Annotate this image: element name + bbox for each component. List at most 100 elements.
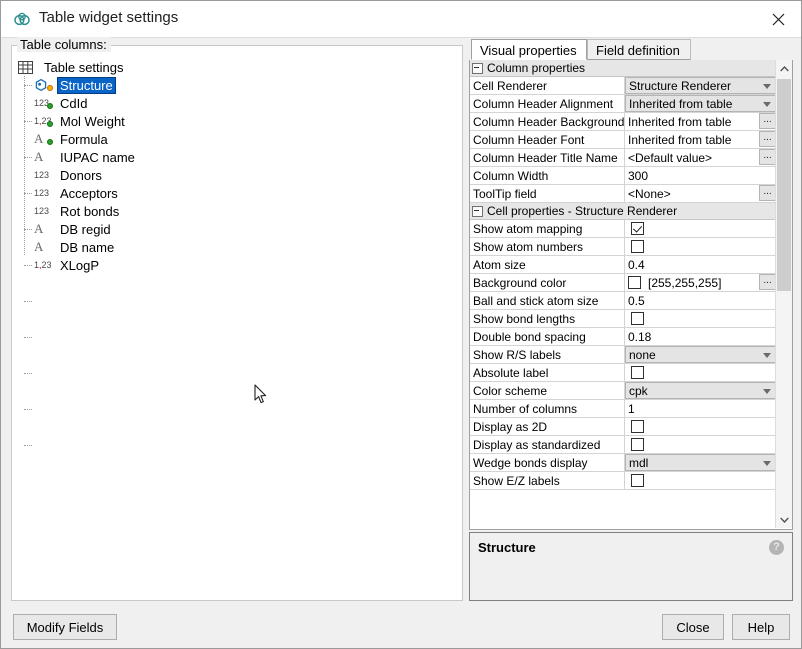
property-row-double-bond-spacing[interactable]: Double bond spacing 0.18: [470, 328, 776, 346]
property-row-show-rs-labels[interactable]: Show R/S labels none: [470, 346, 776, 364]
property-value-cell[interactable]: 0.18: [625, 328, 776, 345]
property-name: Show E/Z labels: [470, 472, 625, 489]
property-value: <None>: [628, 187, 671, 201]
browse-ellipsis-button[interactable]: ...: [759, 131, 776, 147]
property-value-cell[interactable]: [625, 238, 776, 255]
tree-item-structure[interactable]: Structure: [12, 76, 462, 94]
property-value-cell[interactable]: [255,255,255] ...: [625, 274, 776, 291]
checkbox-show-atom-mapping[interactable]: [631, 222, 644, 235]
property-row-column-header-background-color[interactable]: Column Header Background Co Inherited fr…: [470, 113, 776, 131]
property-row-column-header-alignment[interactable]: Column Header Alignment Inherited from t…: [470, 95, 776, 113]
property-grid-scrollbar[interactable]: [775, 60, 792, 528]
scroll-down-icon[interactable]: [776, 511, 792, 528]
property-row-tooltip-field[interactable]: ToolTip field <None> ...: [470, 185, 776, 203]
group-header-cell-properties[interactable]: Cell properties - Structure Renderer: [470, 203, 776, 220]
tree-item-rot-bonds[interactable]: 123 Rot bonds: [12, 202, 462, 220]
browse-ellipsis-button[interactable]: ...: [759, 113, 776, 129]
tree-item-db-regid[interactable]: A DB regid: [12, 220, 462, 238]
browse-ellipsis-button[interactable]: ...: [759, 149, 776, 165]
tree-item-formula[interactable]: A Formula: [12, 130, 462, 148]
tree-item-acceptors[interactable]: 123 Acceptors: [12, 184, 462, 202]
property-value-cell[interactable]: 0.4: [625, 256, 776, 273]
modify-fields-button[interactable]: Modify Fields: [13, 614, 117, 640]
checkbox-show-atom-numbers[interactable]: [631, 240, 644, 253]
group-header-column-properties[interactable]: Column properties: [470, 60, 776, 77]
property-value-cell[interactable]: [625, 310, 776, 327]
property-row-display-as-standardized[interactable]: Display as standardized: [470, 436, 776, 454]
property-row-column-width[interactable]: Column Width 300: [470, 167, 776, 185]
property-name: Wedge bonds display: [470, 454, 625, 471]
columns-tree[interactable]: Table settings Structure 123: [12, 46, 462, 600]
property-row-cell-renderer[interactable]: Cell Renderer Structure Renderer: [470, 77, 776, 95]
help-icon[interactable]: ?: [769, 540, 784, 555]
property-value-cell[interactable]: [625, 436, 776, 453]
tree-item-label: Donors: [58, 168, 104, 183]
description-title: Structure: [478, 540, 536, 555]
property-value: 0.4: [628, 258, 645, 272]
checkbox-show-ez-labels[interactable]: [631, 474, 644, 487]
collapse-icon[interactable]: [472, 63, 483, 74]
scrollbar-thumb[interactable]: [777, 79, 791, 291]
property-value-combo[interactable]: cpk: [625, 382, 776, 399]
property-value-cell[interactable]: Inherited from table ...: [625, 131, 776, 148]
tree-item-label: Mol Weight: [58, 114, 127, 129]
help-button[interactable]: Help: [732, 614, 790, 640]
tree-item-mol-weight[interactable]: 1,23 Mol Weight: [12, 112, 462, 130]
property-name: Show atom mapping: [470, 220, 625, 237]
checkbox-display-as-standardized[interactable]: [631, 438, 644, 451]
property-value-cell[interactable]: Inherited from table ...: [625, 113, 776, 130]
scroll-up-icon[interactable]: [776, 60, 792, 77]
property-value-combo[interactable]: none: [625, 346, 776, 363]
close-button[interactable]: Close: [662, 614, 724, 640]
property-value-combo[interactable]: mdl: [625, 454, 776, 471]
tab-visual-properties[interactable]: Visual properties: [471, 39, 587, 60]
property-value-cell[interactable]: 300: [625, 167, 776, 184]
property-row-column-header-font[interactable]: Column Header Font Inherited from table …: [470, 131, 776, 149]
tree-item-cdid[interactable]: 123 CdId: [12, 94, 462, 112]
property-row-show-atom-mapping[interactable]: Show atom mapping: [470, 220, 776, 238]
tree-item-db-name[interactable]: A DB name: [12, 238, 462, 256]
tree-item-iupac-name[interactable]: A IUPAC name: [12, 148, 462, 166]
badge-green-icon: [47, 139, 53, 145]
property-row-display-as-2d[interactable]: Display as 2D: [470, 418, 776, 436]
property-row-number-of-columns[interactable]: Number of columns 1: [470, 400, 776, 418]
property-value-combo[interactable]: Inherited from table: [625, 95, 776, 112]
chevron-down-icon: [763, 353, 771, 358]
checkbox-absolute-label[interactable]: [631, 366, 644, 379]
property-row-column-header-title-name[interactable]: Column Header Title Name <Default value>…: [470, 149, 776, 167]
property-row-atom-size[interactable]: Atom size 0.4: [470, 256, 776, 274]
checkbox-show-bond-lengths[interactable]: [631, 312, 644, 325]
property-row-absolute-label[interactable]: Absolute label: [470, 364, 776, 382]
properties-tabstrip: Visual properties Field definition: [469, 39, 793, 61]
property-value-cell[interactable]: [625, 418, 776, 435]
property-row-show-atom-numbers[interactable]: Show atom numbers: [470, 238, 776, 256]
browse-ellipsis-button[interactable]: ...: [759, 185, 776, 201]
property-row-show-bond-lengths[interactable]: Show bond lengths: [470, 310, 776, 328]
property-value-cell[interactable]: [625, 220, 776, 237]
tree-root-table-settings[interactable]: Table settings: [12, 58, 462, 76]
property-value-cell[interactable]: 1: [625, 400, 776, 417]
checkbox-display-as-2d[interactable]: [631, 420, 644, 433]
property-row-color-scheme[interactable]: Color scheme cpk: [470, 382, 776, 400]
property-value-cell[interactable]: 0.5: [625, 292, 776, 309]
property-row-background-color[interactable]: Background color [255,255,255] ...: [470, 274, 776, 292]
property-name: Number of columns: [470, 400, 625, 417]
property-row-show-ez-labels[interactable]: Show E/Z labels: [470, 472, 776, 490]
property-value-cell[interactable]: <Default value> ...: [625, 149, 776, 166]
structure-icon: [34, 77, 54, 93]
tree-item-xlogp[interactable]: 1,23 XLogP: [12, 256, 462, 274]
tree-item-label: Acceptors: [58, 186, 120, 201]
tree-item-label: Formula: [58, 132, 110, 147]
property-value-cell[interactable]: [625, 472, 776, 489]
property-value-combo[interactable]: Structure Renderer: [625, 77, 776, 94]
property-row-wedge-bonds-display[interactable]: Wedge bonds display mdl: [470, 454, 776, 472]
collapse-icon[interactable]: [472, 206, 483, 217]
property-name: Column Width: [470, 167, 625, 184]
property-value-cell[interactable]: [625, 364, 776, 381]
close-icon[interactable]: [755, 1, 801, 37]
property-value-cell[interactable]: <None> ...: [625, 185, 776, 202]
property-row-ball-and-stick-atom-size[interactable]: Ball and stick atom size 0.5: [470, 292, 776, 310]
tab-field-definition[interactable]: Field definition: [587, 39, 691, 60]
browse-ellipsis-button[interactable]: ...: [759, 274, 776, 290]
tree-item-donors[interactable]: 123 Donors: [12, 166, 462, 184]
